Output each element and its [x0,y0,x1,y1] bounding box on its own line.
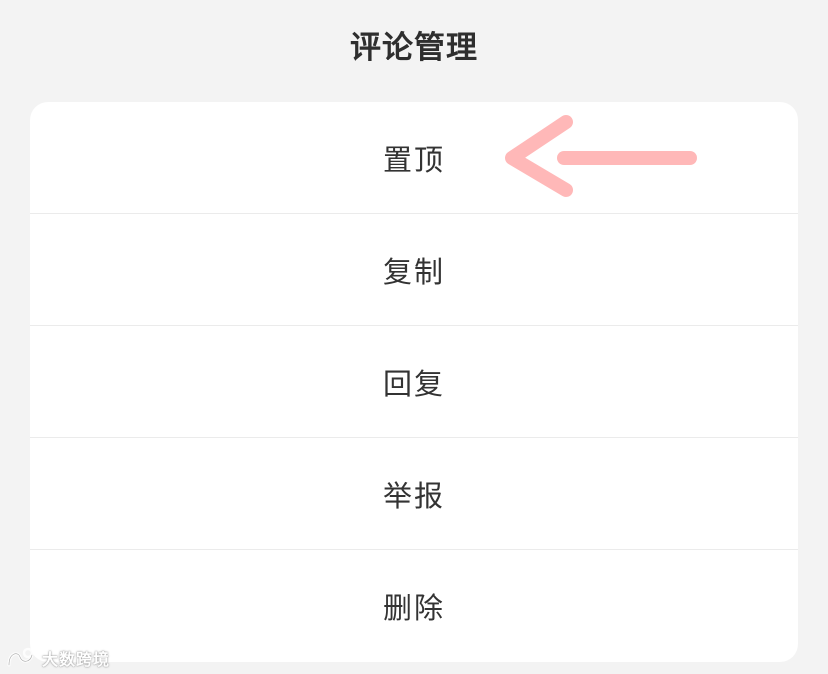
sheet-title: 评论管理 [350,29,478,66]
watermark: 大数跨境 [6,645,110,671]
menu-item-copy[interactable]: 复制 [30,214,798,326]
brand-logo-icon [7,647,34,667]
watermark-text: 大数跨境 [42,650,111,669]
menu-item-report[interactable]: 举报 [30,438,798,550]
menu-item-delete[interactable]: 删除 [30,550,798,662]
menu-item-reply[interactable]: 回复 [30,326,798,438]
left-arrow-icon [505,115,697,197]
